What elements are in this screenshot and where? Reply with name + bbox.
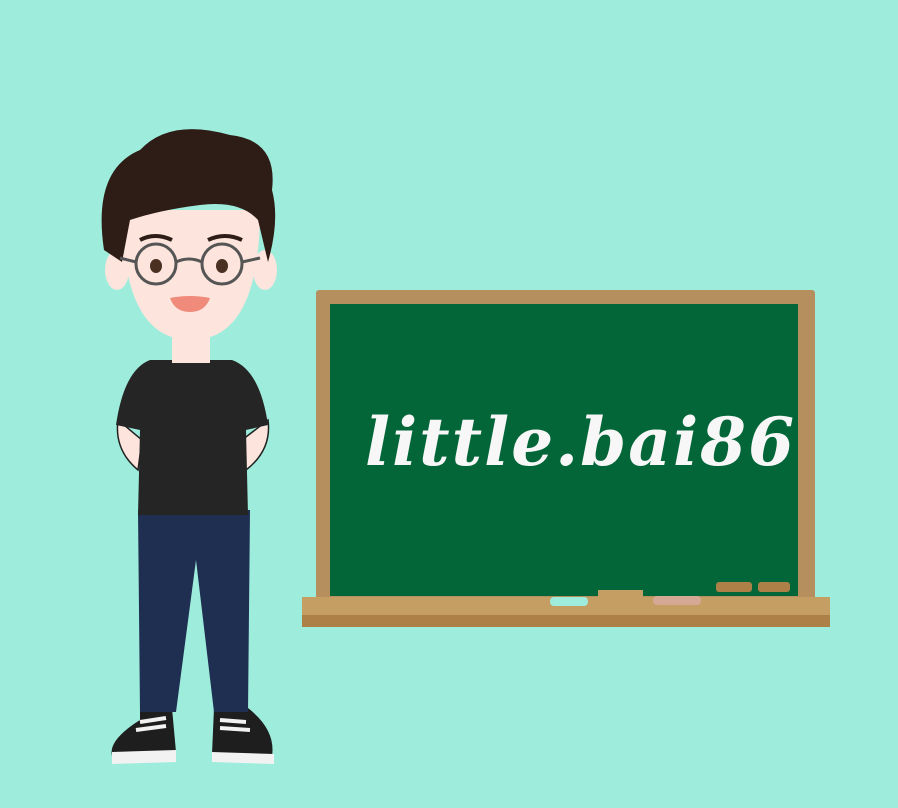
right-eye — [216, 259, 228, 273]
eraser — [598, 590, 643, 600]
chalk-piece-pink — [653, 596, 701, 605]
ledge-detail — [758, 582, 790, 592]
chalkboard: little.bai86 — [302, 290, 830, 627]
jeans — [138, 510, 250, 712]
chalk-piece-blue — [550, 597, 588, 606]
chalkboard-text: little.bai86 — [365, 403, 796, 481]
illustration: little.bai86 — [101, 129, 830, 764]
right-shoe — [212, 708, 273, 756]
ledge-shadow — [302, 615, 830, 627]
left-shoe — [111, 708, 176, 756]
ledge-detail — [716, 582, 752, 592]
left-eye — [150, 259, 162, 273]
right-shoe-sole — [212, 752, 274, 764]
left-shoe-sole — [112, 750, 176, 764]
avatar-character — [101, 129, 277, 764]
